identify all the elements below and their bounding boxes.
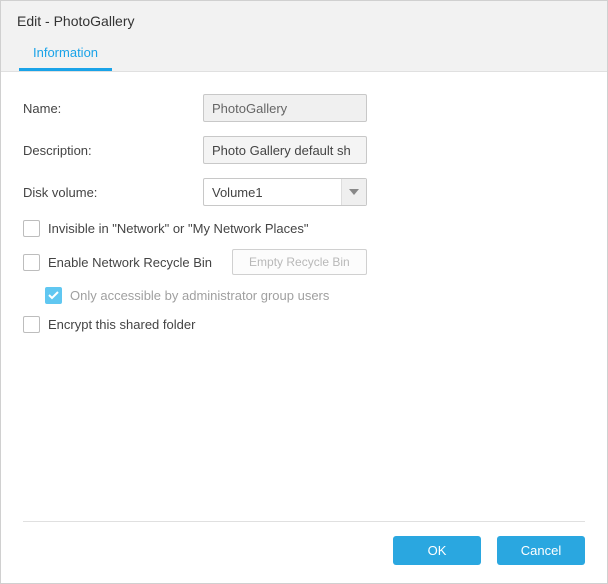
invisible-checkbox[interactable] xyxy=(23,220,40,237)
encrypt-checkbox[interactable] xyxy=(23,316,40,333)
name-input[interactable] xyxy=(203,94,367,122)
content-panel: Name: Description: Disk volume: Volume1 xyxy=(1,71,607,583)
recycle-checkbox[interactable] xyxy=(23,254,40,271)
invisible-label: Invisible in "Network" or "My Network Pl… xyxy=(48,221,308,236)
row-admin-only: Only accessible by administrator group u… xyxy=(45,287,585,304)
footer: OK Cancel xyxy=(23,536,585,571)
tab-information[interactable]: Information xyxy=(19,37,112,71)
empty-recycle-button[interactable]: Empty Recycle Bin xyxy=(232,249,367,275)
cancel-button[interactable]: Cancel xyxy=(497,536,585,565)
description-label: Description: xyxy=(23,143,203,158)
row-volume: Disk volume: Volume1 xyxy=(23,178,585,206)
description-input[interactable] xyxy=(203,136,367,164)
recycle-label: Enable Network Recycle Bin xyxy=(48,255,212,270)
row-invisible: Invisible in "Network" or "My Network Pl… xyxy=(23,220,585,237)
edit-share-dialog: Edit - PhotoGallery Information Name: De… xyxy=(0,0,608,584)
dialog-title: Edit - PhotoGallery xyxy=(1,1,607,37)
divider xyxy=(23,521,585,522)
ok-button[interactable]: OK xyxy=(393,536,481,565)
volume-label: Disk volume: xyxy=(23,185,203,200)
name-label: Name: xyxy=(23,101,203,116)
encrypt-label: Encrypt this shared folder xyxy=(48,317,195,332)
row-name: Name: xyxy=(23,94,585,122)
row-description: Description: xyxy=(23,136,585,164)
row-recycle: Enable Network Recycle Bin Empty Recycle… xyxy=(23,249,585,275)
form-area: Name: Description: Disk volume: Volume1 xyxy=(23,94,585,515)
admin-only-label: Only accessible by administrator group u… xyxy=(70,288,329,303)
row-encrypt: Encrypt this shared folder xyxy=(23,316,585,333)
volume-select[interactable]: Volume1 xyxy=(203,178,367,206)
admin-only-checkbox xyxy=(45,287,62,304)
tabs: Information xyxy=(1,37,607,71)
